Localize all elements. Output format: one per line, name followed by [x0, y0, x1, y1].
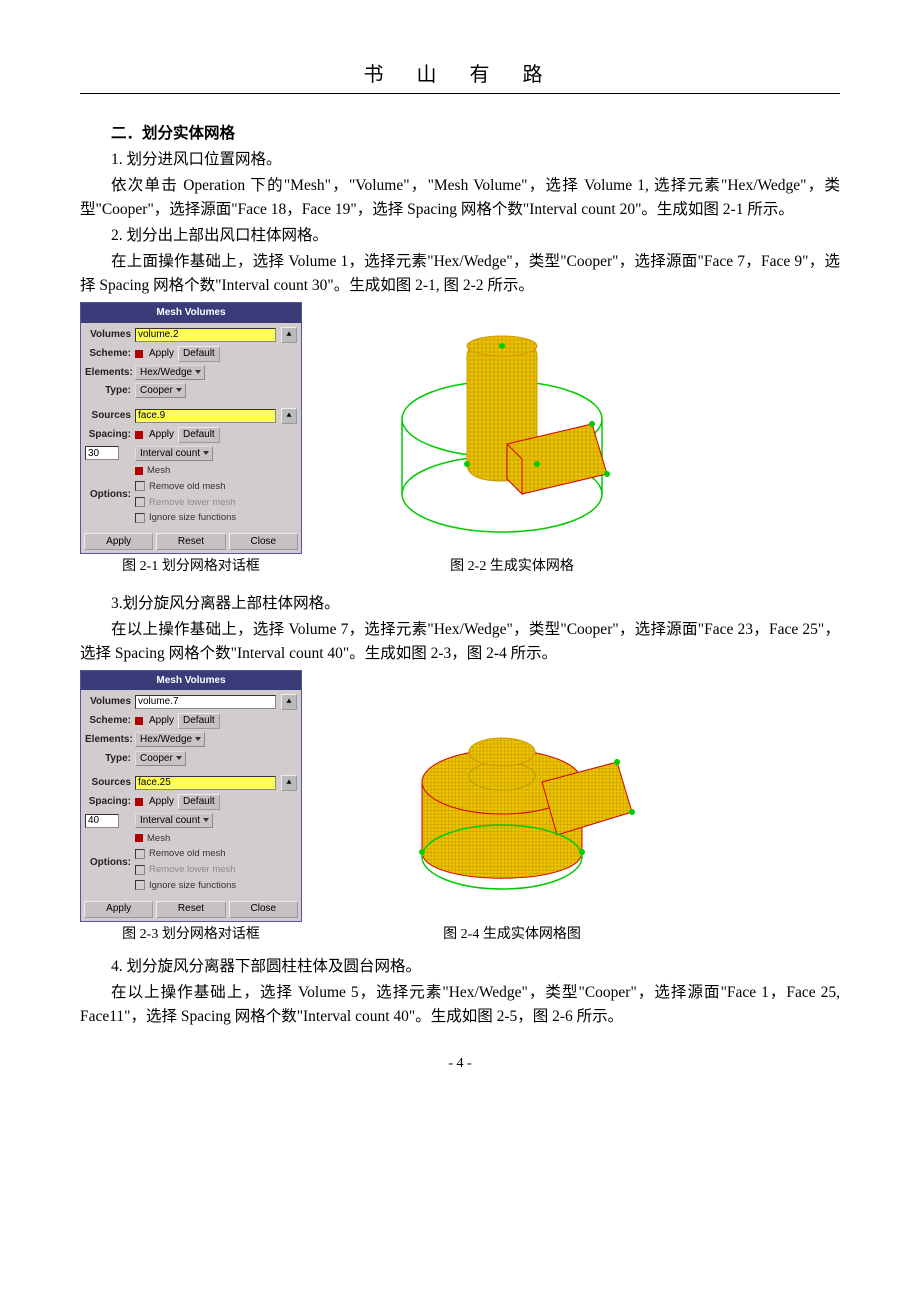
apply-button[interactable]: Apply: [84, 533, 153, 550]
opt-remove-lower: Remove lower mesh: [149, 497, 236, 508]
default-button[interactable]: Default: [178, 346, 220, 362]
volumes-input[interactable]: volume.7: [135, 695, 276, 709]
flag-icon: [135, 798, 143, 806]
sources-input[interactable]: face.25: [135, 776, 276, 790]
mesh-figure-2-2: [382, 324, 642, 554]
dialog-title: Mesh Volumes: [81, 303, 301, 323]
section-heading: 二．划分实体网格: [80, 122, 840, 146]
page-header: 书 山 有 路: [80, 60, 840, 91]
step4-title: 4. 划分旋风分离器下部圆柱柱体及圆台网格。: [80, 955, 840, 979]
pick-icon[interactable]: ⯅: [281, 775, 297, 791]
caption-2-4: 图 2-4 生成实体网格图: [443, 924, 581, 946]
sources-label: Sources: [85, 408, 135, 424]
close-button[interactable]: Close: [229, 533, 298, 550]
caption-2-3: 图 2-3 划分网格对话框: [122, 924, 260, 946]
page-number: - 4 -: [80, 1053, 840, 1075]
pick-icon[interactable]: ⯅: [281, 408, 297, 424]
volumes-input[interactable]: volume.2: [135, 328, 276, 342]
apply-text: Apply: [149, 427, 174, 443]
checkbox-icon: [135, 497, 145, 507]
elements-dropdown[interactable]: Hex/Wedge: [135, 365, 205, 380]
apply-text: Apply: [149, 794, 174, 810]
type-dropdown[interactable]: Cooper: [135, 383, 186, 398]
volumes-label: Volumes: [85, 327, 135, 343]
type-label: Type:: [85, 751, 135, 767]
apply-button[interactable]: Apply: [84, 901, 153, 918]
step2-title: 2. 划分出上部出风口柱体网格。: [80, 224, 840, 248]
step1-body: 依次单击 Operation 下的"Mesh"，"Volume"，"Mesh V…: [80, 174, 840, 222]
options-label: Options:: [85, 855, 135, 871]
elements-label: Elements:: [85, 732, 135, 748]
header-rule: [80, 93, 840, 94]
checkbox-icon[interactable]: [135, 481, 145, 491]
step3-title: 3.划分旋风分离器上部柱体网格。: [80, 592, 840, 616]
spacing-dropdown[interactable]: Interval count: [135, 813, 213, 828]
pick-icon[interactable]: ⯅: [281, 327, 297, 343]
elements-dropdown[interactable]: Hex/Wedge: [135, 732, 205, 747]
mesh-figure-2-4: [382, 692, 642, 922]
step2-body: 在上面操作基础上，选择 Volume 1，选择元素"Hex/Wedge"，类型"…: [80, 250, 840, 298]
scheme-label: Scheme:: [85, 713, 135, 729]
flag-icon: [135, 834, 143, 842]
checkbox-icon[interactable]: [135, 513, 145, 523]
mesh-volumes-dialog-1: Mesh Volumes Volumes volume.2 ⯅ Scheme: …: [80, 302, 302, 554]
flag-icon: [135, 717, 143, 725]
type-dropdown[interactable]: Cooper: [135, 751, 186, 766]
step3-body: 在以上操作基础上，选择 Volume 7，选择元素"Hex/Wedge"，类型"…: [80, 618, 840, 666]
caption-2-2: 图 2-2 生成实体网格: [450, 556, 574, 578]
checkbox-icon[interactable]: [135, 849, 145, 859]
apply-text: Apply: [149, 713, 174, 729]
volumes-label: Volumes: [85, 694, 135, 710]
sources-label: Sources: [85, 775, 135, 791]
scheme-label: Scheme:: [85, 346, 135, 362]
opt-remove-lower: Remove lower mesh: [149, 864, 236, 875]
step4-body: 在以上操作基础上，选择 Volume 5，选择元素"Hex/Wedge"，类型"…: [80, 981, 840, 1029]
flag-icon: [135, 467, 143, 475]
opt-ignore[interactable]: Ignore size functions: [149, 880, 236, 891]
figure-row-2: Mesh Volumes Volumes volume.7 ⯅ Scheme: …: [80, 670, 840, 946]
reset-button[interactable]: Reset: [156, 901, 225, 918]
close-button[interactable]: Close: [229, 901, 298, 918]
default-button[interactable]: Default: [178, 713, 220, 729]
default-button[interactable]: Default: [178, 794, 220, 810]
figure-row-1: Mesh Volumes Volumes volume.2 ⯅ Scheme: …: [80, 302, 840, 578]
opt-remove-old[interactable]: Remove old mesh: [149, 848, 226, 859]
sources-input[interactable]: face.9: [135, 409, 276, 423]
options-label: Options:: [85, 487, 135, 503]
checkbox-icon: [135, 865, 145, 875]
spacing-dropdown[interactable]: Interval count: [135, 446, 213, 461]
apply-text: Apply: [149, 346, 174, 362]
flag-icon: [135, 431, 143, 439]
opt-mesh[interactable]: Mesh: [147, 833, 170, 844]
opt-ignore[interactable]: Ignore size functions: [149, 512, 236, 523]
opt-mesh[interactable]: Mesh: [147, 465, 170, 476]
type-label: Type:: [85, 383, 135, 399]
pick-icon[interactable]: ⯅: [281, 694, 297, 710]
checkbox-icon[interactable]: [135, 880, 145, 890]
opt-remove-old[interactable]: Remove old mesh: [149, 481, 226, 492]
reset-button[interactable]: Reset: [156, 533, 225, 550]
step1-title: 1. 划分进风口位置网格。: [80, 148, 840, 172]
spacing-label: Spacing:: [85, 794, 135, 810]
spacing-value-input[interactable]: 40: [85, 814, 119, 828]
flag-icon: [135, 350, 143, 358]
default-button[interactable]: Default: [178, 427, 220, 443]
spacing-label: Spacing:: [85, 427, 135, 443]
spacing-value-input[interactable]: 30: [85, 446, 119, 460]
mesh-volumes-dialog-2: Mesh Volumes Volumes volume.7 ⯅ Scheme: …: [80, 670, 302, 922]
dialog-title: Mesh Volumes: [81, 671, 301, 691]
elements-label: Elements:: [85, 365, 135, 381]
caption-2-1: 图 2-1 划分网格对话框: [122, 556, 260, 578]
